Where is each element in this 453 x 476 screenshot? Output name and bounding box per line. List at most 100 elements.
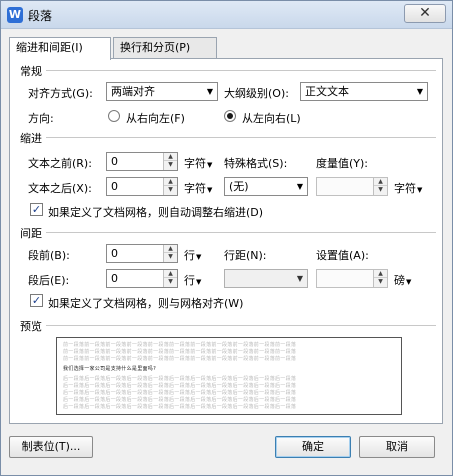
spin-up-icon[interactable]: ▲ (374, 270, 387, 278)
chevron-down-icon: ▼ (296, 274, 303, 283)
spacing-grid-checkbox[interactable]: ✓ (30, 294, 43, 307)
rtl-radio-label: 从右向左(F) (126, 112, 185, 125)
outline-level-select[interactable]: 正文文本 ▼ (300, 82, 428, 101)
space-after-unit-label: 行 (184, 274, 195, 287)
special-format-value: (无) (229, 180, 249, 193)
paragraph-dialog: W 段落 ✕ 缩进和间距(I) 换行和分页(P) 常规 对齐方式(G): 两端对… (0, 0, 453, 476)
space-after-value: 0 (111, 272, 118, 285)
indent-before-unit-label: 字符 (184, 157, 206, 170)
space-before-unit[interactable]: 行▼ (184, 247, 201, 263)
tab-line-page-break[interactable]: 换行和分页(P) (113, 37, 217, 59)
measure-unit-label: 字符 (394, 182, 416, 195)
spin-down-icon[interactable]: ▼ (374, 186, 387, 194)
section-divider (46, 70, 436, 71)
spin-up-icon[interactable]: ▲ (164, 270, 177, 278)
preview-next-line: 后一段落后一段落后一段落后一段落后一段落后一段落后一段落后一段落后一段落后一段落… (63, 404, 297, 410)
indent-after-value: 0 (111, 180, 118, 193)
special-format-label: 特殊格式(S): (224, 157, 288, 170)
space-before-unit-label: 行 (184, 249, 195, 262)
spin-up-icon[interactable]: ▲ (374, 178, 387, 186)
set-value-input[interactable]: ▲ ▼ (316, 269, 388, 288)
indent-before-label: 文本之前(R): (28, 157, 92, 170)
indent-before-unit[interactable]: 字符▼ (184, 155, 212, 171)
spin-buttons: ▲ ▼ (163, 245, 177, 262)
indent-after-input[interactable]: 0 ▲ ▼ (106, 177, 178, 196)
title-bar[interactable]: W 段落 ✕ (1, 1, 452, 29)
spin-buttons: ▲ ▼ (373, 178, 387, 195)
spin-down-icon[interactable]: ▼ (164, 186, 177, 194)
chevron-down-icon: ▼ (417, 186, 423, 194)
spin-up-icon[interactable]: ▲ (164, 178, 177, 186)
space-after-label: 段后(E): (28, 274, 70, 287)
space-before-label: 段前(B): (28, 249, 70, 262)
tab-indent-spacing[interactable]: 缩进和间距(I) (9, 37, 111, 60)
tab-panel: 常规 对齐方式(G): 两端对齐 ▼ 大纲级别(O): 正文文本 ▼ 方向: 从… (9, 58, 443, 424)
measure-input[interactable]: ▲ ▼ (316, 177, 388, 196)
close-button[interactable]: ✕ (404, 4, 446, 23)
spin-buttons: ▲ ▼ (163, 178, 177, 195)
preview-current-line: 我们选择一家公司是支持什么是里面吗? (63, 366, 157, 372)
section-spacing-title: 间距 (20, 227, 42, 240)
ok-button[interactable]: 确定 (275, 436, 351, 458)
alignment-value: 两端对齐 (111, 85, 155, 98)
wps-app-icon: W (7, 7, 23, 23)
spin-up-icon[interactable]: ▲ (164, 245, 177, 253)
outline-level-value: 正文文本 (305, 85, 349, 98)
measure-unit[interactable]: 字符▼ (394, 180, 422, 196)
set-value-unit-label: 磅 (394, 274, 405, 287)
paragraph-preview: 前一段落前一段落前一段落前一段落前一段落前一段落前一段落前一段落前一段落前一段落… (56, 337, 402, 415)
indent-grid-checkbox-label: 如果定义了文档网格，则自动调整右缩进(D) (48, 206, 264, 219)
chevron-down-icon: ▼ (206, 87, 213, 96)
spin-down-icon[interactable]: ▼ (374, 278, 387, 286)
chevron-down-icon: ▼ (416, 87, 423, 96)
spin-up-icon[interactable]: ▲ (164, 153, 177, 161)
direction-label: 方向: (28, 112, 54, 125)
special-format-select[interactable]: (无) ▼ (224, 177, 308, 196)
space-after-input[interactable]: 0 ▲ ▼ (106, 269, 178, 288)
preview-next-line: 后一段落后一段落后一段落后一段落后一段落后一段落后一段落后一段落后一段落后一段落… (63, 390, 297, 396)
set-value-unit[interactable]: 磅▼ (394, 272, 411, 288)
section-general-title: 常规 (20, 65, 42, 78)
indent-after-label: 文本之后(X): (28, 182, 92, 195)
preview-next-line: 后一段落后一段落后一段落后一段落后一段落后一段落后一段落后一段落后一段落后一段落… (63, 383, 297, 389)
tab-stops-button[interactable]: 制表位(T)... (9, 436, 93, 458)
space-before-input[interactable]: 0 ▲ ▼ (106, 244, 178, 263)
preview-previous-line: 前一段落前一段落前一段落前一段落前一段落前一段落前一段落前一段落前一段落前一段落… (63, 349, 297, 355)
preview-previous-line: 前一段落前一段落前一段落前一段落前一段落前一段落前一段落前一段落前一段落前一段落… (63, 356, 297, 362)
ltr-radio[interactable] (224, 110, 236, 122)
measure-label: 度量值(Y): (316, 157, 369, 170)
chevron-down-icon: ▼ (406, 278, 412, 286)
section-divider (46, 325, 436, 326)
indent-grid-checkbox[interactable]: ✓ (30, 203, 43, 216)
space-after-unit[interactable]: 行▼ (184, 272, 201, 288)
section-divider (46, 232, 436, 233)
indent-before-value: 0 (111, 155, 118, 168)
ltr-radio-label: 从左向右(L) (242, 112, 301, 125)
spacing-grid-checkbox-label: 如果定义了文档网格，则与网格对齐(W) (48, 297, 244, 310)
set-value-label: 设置值(A): (316, 249, 369, 262)
section-indent-title: 缩进 (20, 132, 42, 145)
spin-buttons: ▲ ▼ (163, 270, 177, 287)
outline-level-label: 大纲级别(O): (224, 87, 289, 100)
line-spacing-select[interactable]: ▼ (224, 269, 308, 288)
spin-down-icon[interactable]: ▼ (164, 253, 177, 261)
cancel-button[interactable]: 取消 (359, 436, 435, 458)
spin-buttons: ▲ ▼ (163, 153, 177, 170)
line-spacing-label: 行距(N): (224, 249, 267, 262)
alignment-select[interactable]: 两端对齐 ▼ (106, 82, 218, 101)
section-preview-title: 预览 (20, 320, 42, 333)
spin-down-icon[interactable]: ▼ (164, 161, 177, 169)
spin-buttons: ▲ ▼ (373, 270, 387, 287)
alignment-label: 对齐方式(G): (28, 87, 93, 100)
preview-previous-line: 前一段落前一段落前一段落前一段落前一段落前一段落前一段落前一段落前一段落前一段落… (63, 342, 297, 348)
indent-after-unit-label: 字符 (184, 182, 206, 195)
chevron-down-icon: ▼ (207, 161, 213, 169)
chevron-down-icon: ▼ (196, 278, 202, 286)
rtl-radio[interactable] (108, 110, 120, 122)
spin-down-icon[interactable]: ▼ (164, 278, 177, 286)
indent-before-input[interactable]: 0 ▲ ▼ (106, 152, 178, 171)
indent-after-unit[interactable]: 字符▼ (184, 180, 212, 196)
chevron-down-icon: ▼ (207, 186, 213, 194)
section-divider (46, 137, 436, 138)
preview-next-line: 后一段落后一段落后一段落后一段落后一段落后一段落后一段落后一段落后一段落后一段落… (63, 376, 297, 382)
